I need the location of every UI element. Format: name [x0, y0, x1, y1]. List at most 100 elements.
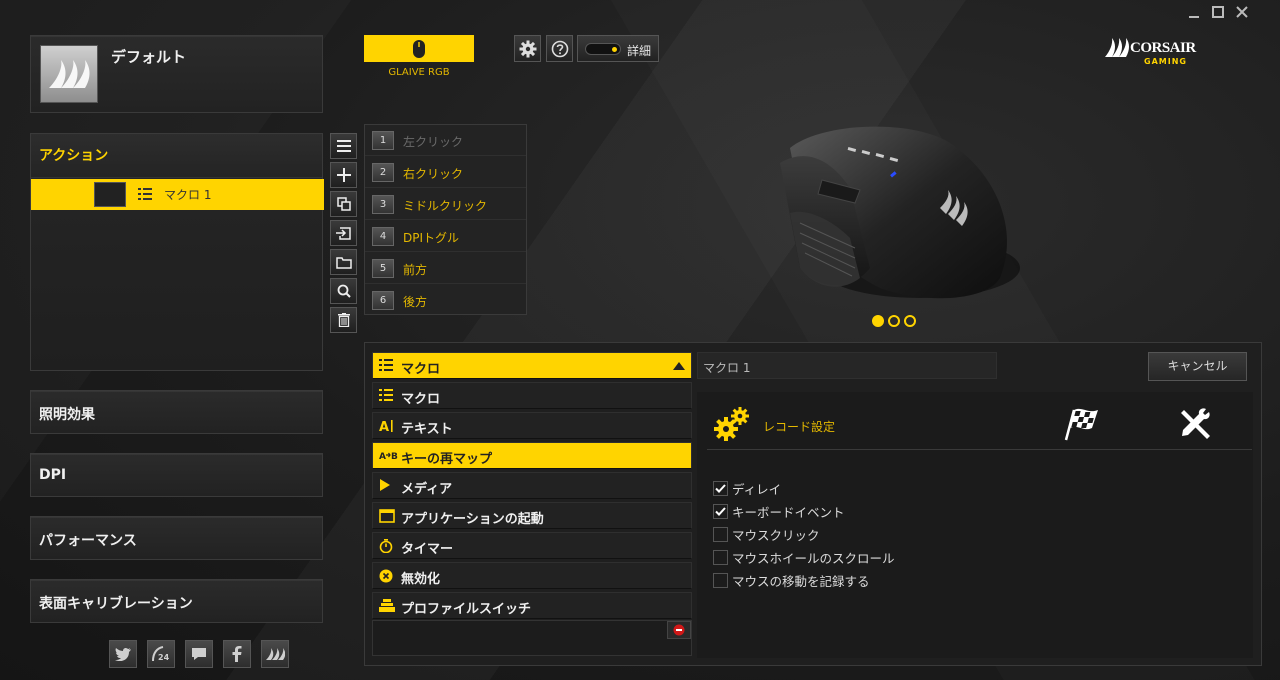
type-label: アプリケーションの起動	[401, 512, 544, 527]
type-label: タイマー	[401, 542, 454, 557]
section-performance[interactable]: パフォーマンス	[30, 516, 323, 560]
option-mouse-movement[interactable]: マウスの移動を記録する	[713, 571, 870, 590]
key-row-2[interactable]: 2 右クリック	[365, 157, 526, 188]
checkbox[interactable]	[713, 573, 728, 588]
corsair-sails-icon	[266, 648, 285, 660]
disable-icon	[379, 569, 393, 583]
option-label: キーボードイベント	[732, 505, 845, 520]
close-icon[interactable]	[1236, 6, 1248, 18]
settings-button[interactable]	[514, 35, 541, 62]
detail-label: 詳細	[627, 44, 652, 58]
key-row-6[interactable]: 6 後方	[365, 285, 526, 316]
duplicate-button[interactable]	[330, 191, 357, 217]
export-button[interactable]	[330, 249, 357, 275]
corsair-button[interactable]	[261, 640, 289, 668]
action-item-label: マクロ 1	[164, 188, 212, 202]
type-option-text[interactable]: A テキスト	[372, 412, 692, 439]
action-toolbar	[330, 133, 357, 333]
option-label: マウスクリック	[732, 528, 820, 543]
window-icon	[379, 509, 395, 523]
key-number: 1	[372, 131, 394, 150]
key-label: 後方	[403, 295, 428, 309]
type-dropdown-header[interactable]: マクロ	[372, 352, 692, 379]
section-lighting[interactable]: 照明効果	[30, 390, 323, 434]
menu-button[interactable]	[330, 133, 357, 159]
twitter-button[interactable]	[109, 640, 137, 668]
type-option-macro[interactable]: マクロ	[372, 382, 692, 409]
plus-icon	[336, 168, 351, 182]
facebook-button[interactable]	[223, 640, 251, 668]
option-mouse-clicks[interactable]: マウスクリック	[713, 525, 820, 544]
divider	[707, 449, 1252, 450]
toggle-switch	[585, 43, 621, 55]
remove-button[interactable]	[667, 621, 691, 639]
checkered-flag-icon[interactable]	[1062, 406, 1102, 442]
profile-panel[interactable]: デフォルト	[30, 35, 323, 113]
device-name: GLAIVE RGB	[388, 67, 450, 78]
detail-toggle[interactable]: 詳細	[577, 35, 659, 62]
actions-header[interactable]: アクション	[31, 134, 322, 178]
minimize-icon[interactable]	[1188, 6, 1200, 18]
key-label: 左クリック	[403, 135, 464, 149]
checkbox[interactable]	[713, 527, 728, 542]
section-label: 照明効果	[39, 407, 95, 423]
delete-button[interactable]	[330, 307, 357, 333]
option-delay[interactable]: ディレイ	[713, 479, 781, 498]
type-option-profile-switch[interactable]: プロファイルスイッチ	[372, 592, 692, 619]
type-option-media[interactable]: メディア	[372, 472, 692, 499]
selected-type-label: マクロ	[401, 362, 441, 377]
action-item[interactable]: マクロ 1	[31, 179, 324, 210]
carousel-dot[interactable]	[888, 315, 900, 327]
add-button[interactable]	[330, 162, 357, 188]
carousel-dot[interactable]	[904, 315, 916, 327]
tools-icon[interactable]	[1178, 406, 1214, 442]
type-label: 無効化	[401, 572, 441, 587]
option-keyboard-events[interactable]: キーボードイベント	[713, 502, 845, 521]
key-row-4[interactable]: 4 DPIトグル	[365, 221, 526, 252]
checkbox[interactable]	[713, 504, 728, 519]
menu-icon	[336, 140, 351, 152]
type-option-disable[interactable]: 無効化	[372, 562, 692, 589]
key-label: 右クリック	[403, 167, 464, 181]
checkbox[interactable]	[713, 481, 728, 496]
key-label: 前方	[403, 263, 428, 277]
window-controls	[1188, 6, 1248, 18]
chat-icon	[192, 648, 206, 660]
type-option-key-remap[interactable]: AB キーの再マップ	[372, 442, 692, 469]
chat-button[interactable]	[185, 640, 213, 668]
folder-icon	[335, 256, 352, 269]
carousel-dot[interactable]	[872, 315, 884, 327]
caret-up-icon	[673, 362, 685, 370]
section-dpi[interactable]: DPI	[30, 453, 323, 497]
search-button[interactable]	[330, 278, 357, 304]
maximize-icon[interactable]	[1212, 6, 1224, 18]
option-mouse-wheel[interactable]: マウスホイールのスクロール	[713, 548, 895, 567]
play-icon	[380, 479, 390, 491]
key-number: 5	[372, 259, 394, 278]
key-row-5[interactable]: 5 前方	[365, 253, 526, 284]
import-button[interactable]	[330, 220, 357, 246]
type-label: プロファイルスイッチ	[401, 602, 532, 617]
support-button[interactable]: 24	[147, 640, 175, 668]
search-icon	[337, 284, 351, 298]
key-label: ミドルクリック	[403, 199, 488, 213]
section-label: パフォーマンス	[39, 533, 137, 549]
key-number: 3	[372, 195, 394, 214]
device-selector[interactable]	[364, 35, 474, 62]
macro-name-input[interactable]: マクロ 1	[697, 352, 997, 379]
facebook-icon	[232, 646, 242, 662]
key-row-1[interactable]: 1 左クリック	[365, 125, 526, 156]
svg-text:A: A	[379, 452, 386, 461]
carousel-dots	[872, 315, 916, 327]
timer-icon	[379, 539, 393, 553]
checkbox[interactable]	[713, 550, 728, 565]
profile-logo	[40, 45, 98, 103]
type-option-launch-app[interactable]: アプリケーションの起動	[372, 502, 692, 529]
support-24-icon: 24	[152, 646, 170, 662]
type-option-timer[interactable]: タイマー	[372, 532, 692, 559]
help-button[interactable]	[546, 35, 573, 62]
section-surface-calibration[interactable]: 表面キャリブレーション	[30, 579, 323, 623]
cancel-button[interactable]: キャンセル	[1148, 352, 1247, 381]
key-row-3[interactable]: 3 ミドルクリック	[365, 189, 526, 220]
button-assignment-list: 1 左クリック 2 右クリック 3 ミドルクリック 4 DPIトグル 5 前方 6 後方	[364, 124, 527, 315]
